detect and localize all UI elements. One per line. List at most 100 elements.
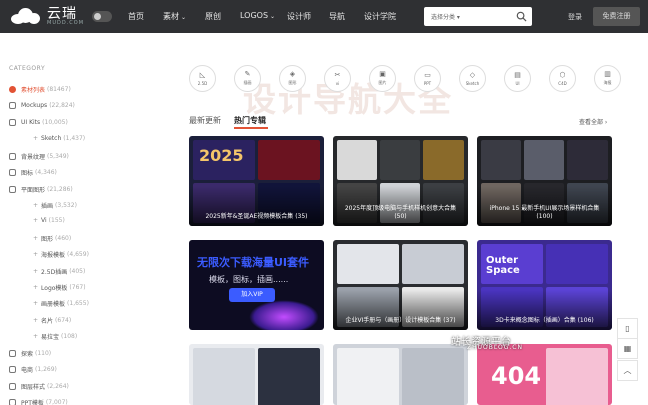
vip-promo-banner[interactable]: 无限次下载海量UI套件 模板，图标，插画...... 加入VIP — [189, 240, 324, 330]
album-card[interactable] — [189, 344, 324, 405]
category-shortcut-label: Sketch — [465, 80, 480, 86]
sidebar-item-label: 名片 — [41, 318, 54, 325]
sidebar-item[interactable]: + Vi (155) — [33, 217, 65, 224]
sidebar-item[interactable]: 平面图形 (21,286) — [9, 185, 73, 194]
logo-title: 云瑞 — [47, 5, 77, 22]
sidebar-item-count: (767) — [69, 284, 86, 291]
category-shortcut-label: UI — [515, 80, 520, 86]
album-card[interactable]: 2025年度顶级电脑与手机样机创意大合集 (50) — [333, 136, 468, 226]
sidebar-item-count: (155) — [48, 217, 65, 224]
qrcode-icon[interactable]: ▦ — [617, 338, 638, 359]
sidebar-item[interactable]: + 插画 (3,532) — [33, 201, 77, 210]
nav-logos[interactable]: LOGOS ⌄ — [240, 11, 275, 20]
view-all-link[interactable]: 查看全部 › — [579, 117, 607, 126]
tab-latest[interactable]: 最新更新 — [189, 115, 221, 126]
category-shortcut-label: vi — [335, 80, 340, 86]
join-vip-button[interactable]: 加入VIP — [229, 288, 275, 302]
sidebar-item[interactable]: 素材列表 (81467) — [9, 85, 71, 94]
c4d-icon: ⬡ — [559, 70, 566, 79]
album-card[interactable]: Outer Space 3D卡来概念图标（插画）合集 (106) — [477, 240, 612, 330]
chevron-down-icon: ⌄ — [181, 14, 187, 21]
category-shortcut[interactable]: ◇ Sketch — [459, 65, 486, 92]
nav-design-academy[interactable]: 设计学院 — [364, 11, 396, 22]
sidebar-item-count: (405) — [69, 268, 86, 275]
sidebar-item-count: (1,655) — [67, 300, 89, 307]
category-shortcut[interactable]: ▣ 图片 — [369, 65, 396, 92]
back-to-top-icon[interactable]: ︿ — [617, 360, 638, 381]
album-title: 2025新年&圣诞AE视频模板合集 (35) — [205, 212, 308, 220]
sidebar-item-label: Sketch — [41, 135, 62, 142]
category-shortcut[interactable]: ▭ PPT — [414, 65, 441, 92]
sidebar-item[interactable]: Mockups (22,824) — [9, 102, 75, 109]
sidebar-item[interactable]: + 画册模板 (1,655) — [33, 299, 89, 308]
sidebar-item-label: 2.5D插画 — [41, 269, 68, 276]
album-card[interactable]: iPhone 15 最新手机UI展示场景样机合集 (100) — [477, 136, 612, 226]
sidebar-item-label: 图形 — [41, 236, 54, 243]
category-shortcut[interactable]: ⬡ C4D — [549, 65, 576, 92]
category-shortcut[interactable]: ▥ 海报 — [594, 65, 621, 92]
category-shortcut[interactable]: ◈ 图形 — [279, 65, 306, 92]
nav-designers[interactable]: 设计师 — [287, 11, 311, 22]
site-logo[interactable]: 云瑞 MUDD.COM — [8, 5, 84, 27]
sidebar-item[interactable]: PPT模板 (7,007) — [9, 398, 68, 405]
sidebar-item[interactable]: + 名片 (674) — [33, 316, 71, 325]
login-link[interactable]: 登录 — [568, 12, 582, 22]
sidebar-item[interactable]: 探索 (110) — [9, 349, 51, 358]
search-box[interactable]: 选择分类 ▾ — [424, 7, 532, 26]
plus-icon: + — [33, 300, 39, 307]
category-shortcut[interactable]: ✂ vi — [324, 65, 351, 92]
category-shortcut[interactable]: ✎ 插画 — [234, 65, 261, 92]
category-sidebar: CATEGORY 素材列表 (81467) Mockups (22,824) UI Ki… — [0, 33, 155, 405]
nav-materials[interactable]: 素材 ⌄ — [163, 11, 186, 22]
search-category-select[interactable]: 选择分类 ▾ — [431, 12, 460, 21]
album-card[interactable]: 404 — [477, 344, 612, 405]
sidebar-item[interactable]: + 海报模板 (4,659) — [33, 250, 89, 259]
album-card[interactable]: 2025 2025新年&圣诞AE视频模板合集 (35) — [189, 136, 324, 226]
sidebar-item-label: Mockups — [21, 102, 48, 109]
sidebar-item[interactable]: UI Kits (10,005) — [9, 119, 68, 126]
site-watermark: ZHUOBLOG.CN — [467, 344, 523, 351]
sidebar-item[interactable]: 电商 (1,269) — [9, 365, 57, 374]
category-icon — [9, 399, 16, 405]
sidebar-item-label: 画册模板 — [41, 301, 66, 308]
logo-subtitle: MUDD.COM — [47, 19, 85, 26]
register-button[interactable]: 免费注册 — [593, 7, 640, 26]
sidebar-item-count: (81467) — [47, 86, 71, 93]
category-shortcut[interactable]: ◺ 2.5D — [189, 65, 216, 92]
album-card[interactable]: 企业VI手册与（画册）设计模板合集 (37) — [333, 240, 468, 330]
sidebar-item-label: 图层样式 — [21, 384, 46, 391]
category-shortcut-label: 插画 — [243, 80, 252, 85]
sidebar-item[interactable]: + 易拉宝 (108) — [33, 332, 77, 341]
promo-title: 无限次下载海量UI套件 — [197, 256, 310, 269]
sidebar-item-count: (1,269) — [35, 366, 57, 373]
sidebar-item-label: 图标 — [21, 170, 34, 177]
brush-icon: ✎ — [244, 70, 251, 78]
category-icon — [9, 186, 16, 193]
sidebar-item-label: PPT模板 — [21, 400, 44, 405]
sidebar-item[interactable]: 图标 (4,346) — [9, 168, 57, 177]
album-card[interactable] — [333, 344, 468, 405]
dark-mode-toggle[interactable] — [92, 11, 112, 22]
sidebar-item[interactable]: +2.5D插画 (405) — [33, 267, 85, 276]
promo-subtitle: 模板，图标，插画...... — [209, 275, 289, 284]
sidebar-item[interactable]: + Sketch (1,437) — [33, 135, 85, 142]
sidebar-item[interactable]: + 图形 (460) — [33, 234, 71, 243]
nav-original[interactable]: 原创 — [205, 11, 221, 22]
sidebar-item[interactable]: 图层样式 (2,264) — [9, 382, 69, 391]
sidebar-item-count: (2,264) — [47, 383, 69, 390]
cloud-logo-icon — [8, 5, 44, 27]
search-icon[interactable] — [516, 11, 527, 22]
category-shortcut-label: PPT — [423, 80, 432, 86]
sidebar-item[interactable]: 背景纹理 (5,349) — [9, 152, 69, 161]
mobile-icon[interactable]: ▯ — [617, 318, 638, 339]
sidebar-item-count: (3,532) — [55, 202, 77, 209]
category-shortcut[interactable]: ▤ UI — [504, 65, 531, 92]
sidebar-item-label: 素材列表 — [21, 87, 46, 94]
sidebar-item-label: 探索 — [21, 351, 34, 358]
sidebar-item-count: (108) — [61, 333, 78, 340]
category-icon — [9, 86, 16, 93]
sidebar-item[interactable]: + Logo模板 (767) — [33, 283, 86, 292]
nav-navigation[interactable]: 导航 — [329, 11, 345, 22]
tab-hot-albums[interactable]: 热门专辑 — [234, 115, 266, 126]
nav-home[interactable]: 首页 — [128, 11, 144, 22]
